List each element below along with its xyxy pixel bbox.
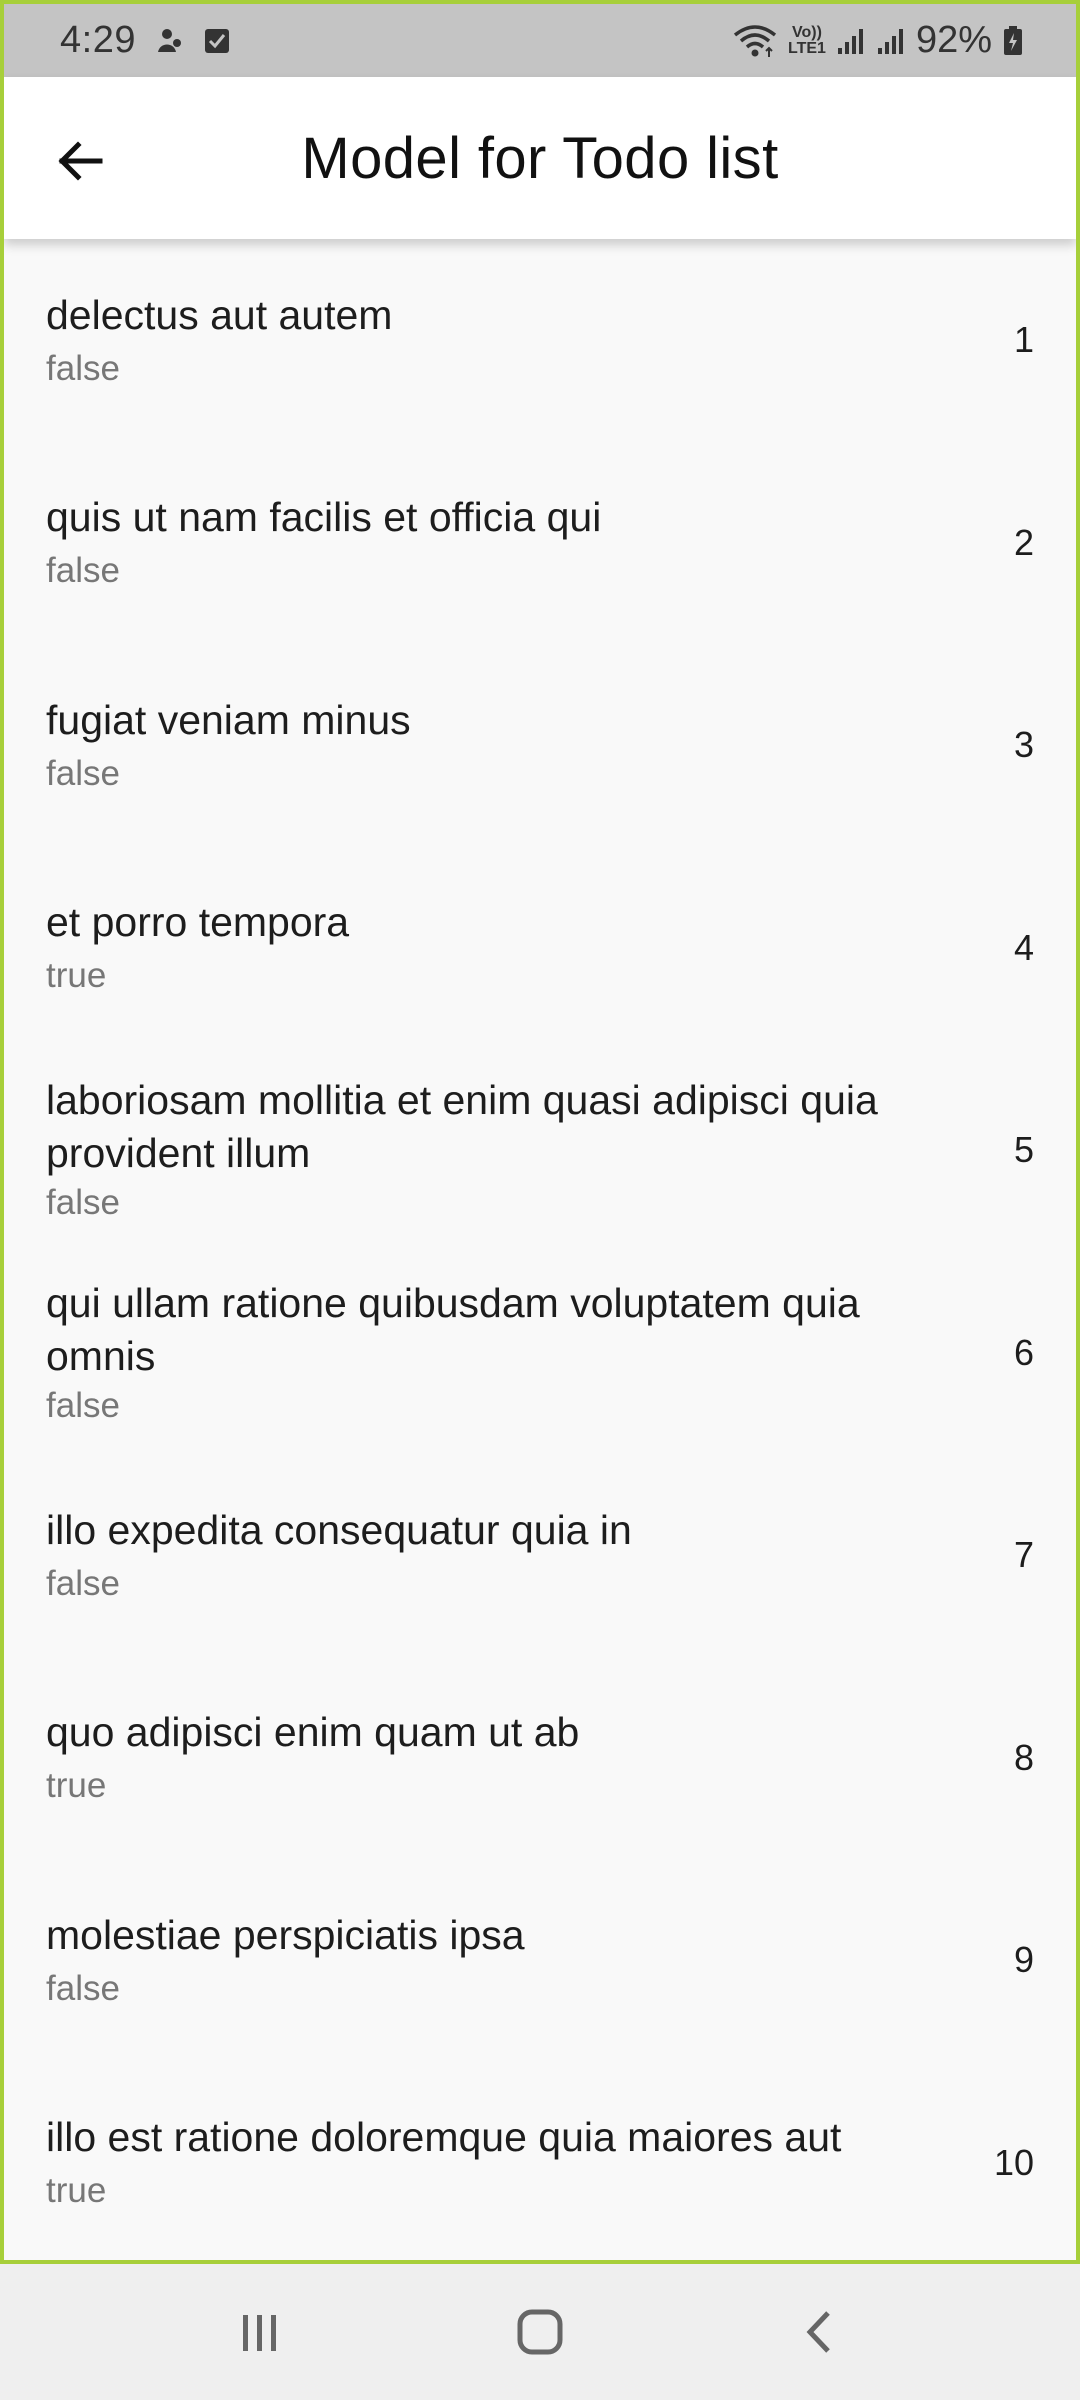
todo-completed: false: [46, 348, 120, 388]
list-item-text: quo adipisci enim quam ut ab true: [46, 1706, 994, 1809]
signal-strength-icon: [836, 26, 866, 56]
app-bar: Model for Todo list: [4, 77, 1076, 239]
todo-id: 9: [1013, 1939, 1034, 1981]
home-icon: [517, 2309, 563, 2355]
todo-id: 8: [1013, 1736, 1034, 1778]
signal-strength-icon-2: [876, 26, 906, 56]
home-button[interactable]: [490, 2292, 590, 2372]
list-item[interactable]: quis ut nam facilis et officia qui false…: [4, 442, 1076, 645]
checkbox-notification-icon: [202, 26, 232, 56]
todo-completed: true: [46, 1766, 107, 1806]
list-item[interactable]: illo est ratione doloremque quia maiores…: [4, 2062, 1076, 2261]
todo-title: illo est ratione doloremque quia maiores…: [46, 2114, 842, 2161]
todo-title: illo expedita consequatur quia in: [46, 1506, 632, 1553]
list-item[interactable]: qui ullam ratione quibusdam voluptatem q…: [4, 1252, 1076, 1455]
list-item-text: molestiae perspiciatis ipsa false: [46, 1909, 994, 2012]
todo-completed: true: [46, 2171, 107, 2211]
wifi-icon: [732, 23, 778, 59]
back-button[interactable]: [38, 119, 122, 203]
status-right: Vo)) LTE1 92%: [732, 19, 1024, 62]
list-item-text: illo est ratione doloremque quia maiores…: [46, 2111, 994, 2214]
todo-title: quo adipisci enim quam ut ab: [46, 1709, 580, 1756]
page-title: Model for Todo list: [301, 125, 779, 191]
list-item-text: fugiat veniam minus false: [46, 694, 994, 797]
volte-icon: Vo)) LTE1: [788, 23, 826, 57]
todo-title: et porro tempora: [46, 899, 350, 946]
list-item[interactable]: delectus aut autem false 1: [4, 239, 1076, 442]
todo-completed: false: [46, 551, 120, 591]
app-frame: 4:29 Vo)) LTE1 92% Model for Todo list d…: [0, 0, 1080, 2264]
todo-id: 10: [993, 2141, 1034, 2183]
arrow-back-icon: [58, 141, 103, 181]
list-item-text: laboriosam mollitia et enim quasi adipis…: [46, 1074, 994, 1226]
todo-title: laboriosam mollitia et enim quasi adipis…: [46, 1077, 878, 1177]
todo-list: delectus aut autem false 1 quis ut nam f…: [4, 239, 1076, 2261]
todo-id: 3: [1013, 724, 1034, 766]
list-item[interactable]: quo adipisci enim quam ut ab true 8: [4, 1657, 1076, 1860]
chevron-left-icon: [806, 2311, 830, 2353]
list-item-text: qui ullam ratione quibusdam voluptatem q…: [46, 1277, 994, 1429]
todo-id: 2: [1013, 521, 1034, 563]
list-item-text: delectus aut autem false: [46, 289, 994, 392]
list-item[interactable]: molestiae perspiciatis ipsa false 9: [4, 1859, 1076, 2062]
battery-icon: [1002, 25, 1024, 57]
todo-title: quis ut nam facilis et officia qui: [46, 494, 602, 541]
todo-completed: false: [46, 753, 120, 793]
todo-title: qui ullam ratione quibusdam voluptatem q…: [46, 1279, 860, 1379]
list-item-text: illo expedita consequatur quia in false: [46, 1504, 994, 1607]
list-item[interactable]: et porro tempora true 4: [4, 847, 1076, 1050]
list-item-text: et porro tempora true: [46, 896, 994, 999]
todo-id: 1: [1013, 319, 1034, 361]
todo-completed: false: [46, 1385, 120, 1425]
todo-title: delectus aut autem: [46, 291, 393, 338]
todo-id: 7: [1013, 1534, 1034, 1576]
status-left: 4:29: [60, 19, 232, 62]
volte-label: Vo)): [792, 23, 822, 41]
battery-percent: 92%: [915, 19, 992, 61]
list-item[interactable]: laboriosam mollitia et enim quasi adipis…: [4, 1049, 1076, 1252]
nav-back-button[interactable]: [770, 2292, 870, 2372]
list-item[interactable]: fugiat veniam minus false 3: [4, 644, 1076, 847]
recent-apps-button[interactable]: [210, 2292, 310, 2372]
todo-title: molestiae perspiciatis ipsa: [46, 1911, 525, 1958]
system-nav-bar: [0, 2264, 1080, 2400]
status-bar: 4:29 Vo)) LTE1 92%: [4, 4, 1076, 77]
notification-icon: [154, 26, 184, 56]
list-item[interactable]: illo expedita consequatur quia in false …: [4, 1454, 1076, 1657]
list-item-text: quis ut nam facilis et officia qui false: [46, 491, 994, 594]
todo-completed: false: [46, 1183, 120, 1223]
todo-id: 4: [1013, 926, 1034, 968]
todo-completed: false: [46, 1968, 120, 2008]
recent-apps-icon: [243, 2315, 276, 2351]
todo-id: 6: [1013, 1331, 1034, 1373]
todo-title: fugiat veniam minus: [46, 696, 411, 743]
todo-id: 5: [1013, 1129, 1034, 1171]
lte-label: LTE1: [788, 39, 826, 57]
status-time: 4:29: [60, 19, 136, 61]
todo-completed: false: [46, 1563, 120, 1603]
todo-completed: true: [46, 956, 107, 996]
